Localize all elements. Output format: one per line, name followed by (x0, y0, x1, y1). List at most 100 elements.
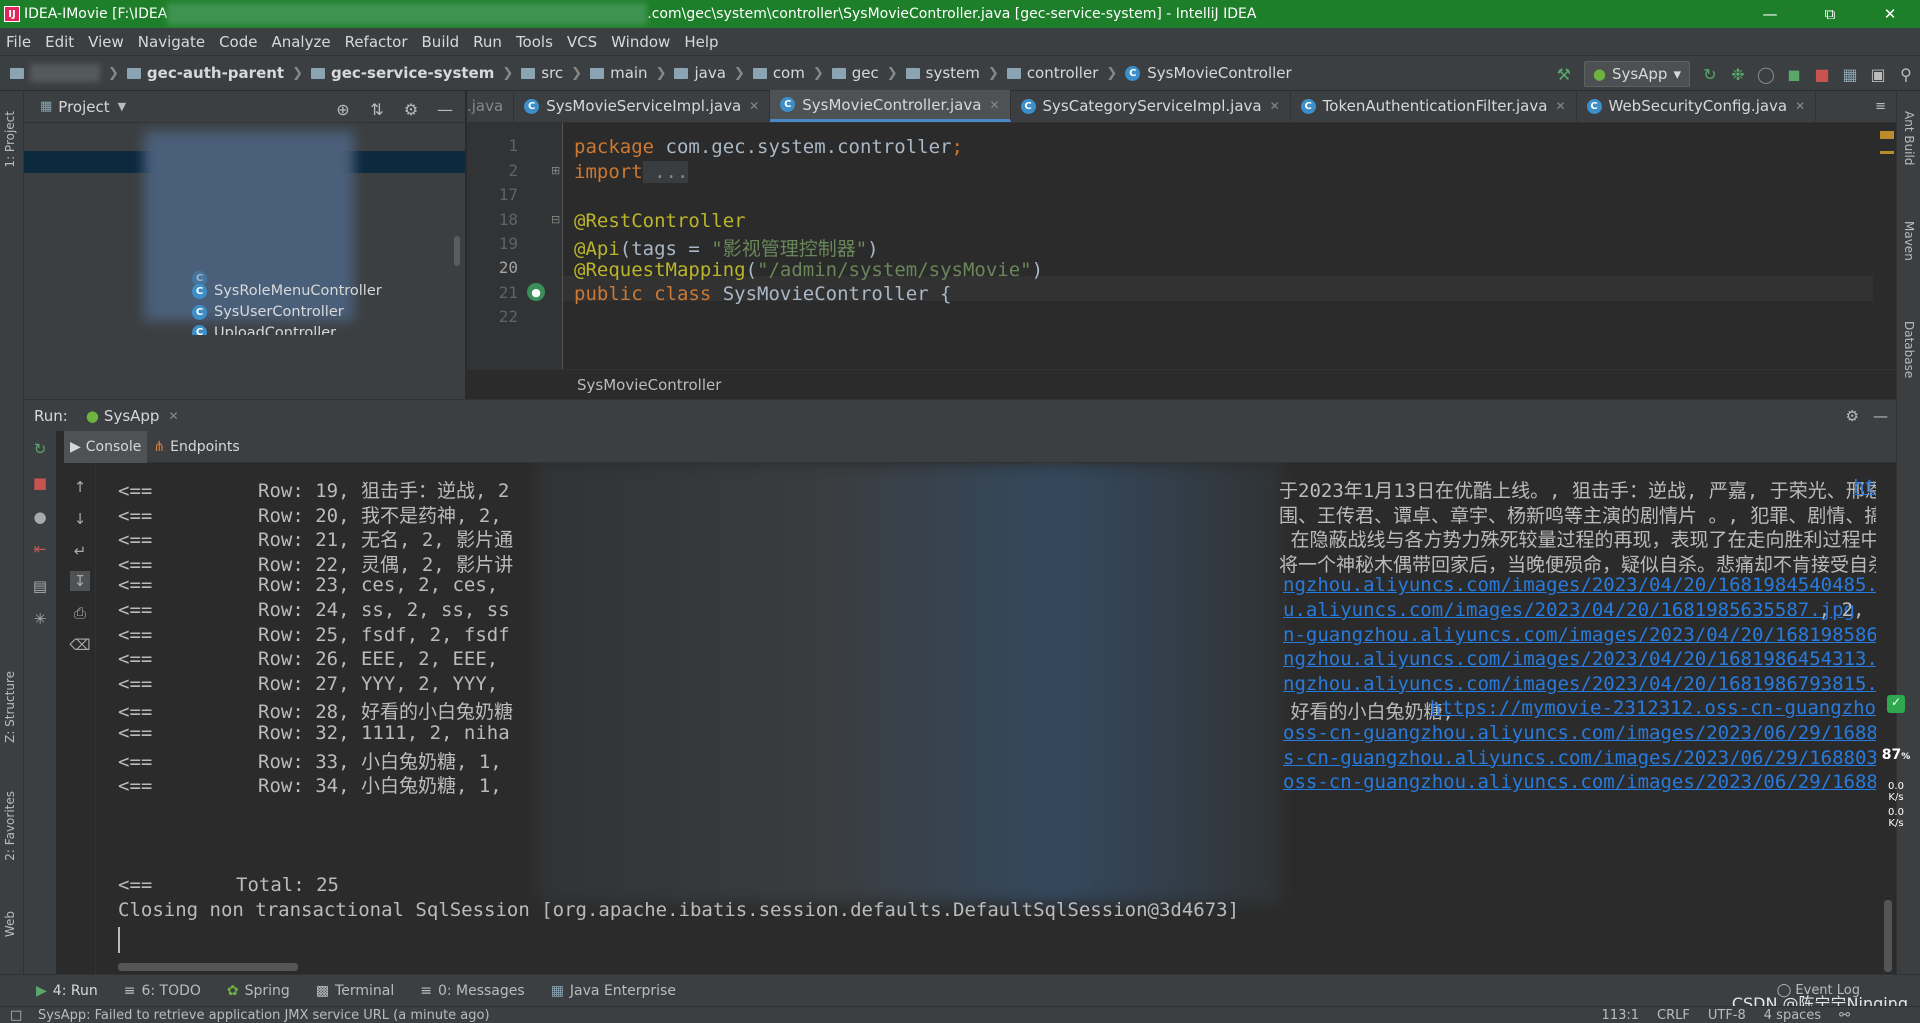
search-icon[interactable]: ⚲ (1892, 60, 1920, 88)
menu-code[interactable]: Code (219, 33, 257, 51)
tool-todo[interactable]: ≡ 6: TODO (124, 983, 201, 999)
console-scrollbar[interactable] (1884, 900, 1892, 972)
warning-marker[interactable] (1880, 131, 1894, 139)
camera-icon[interactable]: ● (30, 507, 50, 527)
maven-tool-tab[interactable]: Maven (1902, 221, 1916, 261)
code-line[interactable]: import ... (574, 161, 689, 183)
close-tab-icon[interactable]: ✕ (1795, 99, 1805, 113)
layout-icon[interactable]: ▤ (30, 576, 50, 596)
status-message[interactable]: SysApp: Failed to retrieve application J… (38, 1008, 490, 1023)
tree-item-sysusercontroller[interactable]: C SysUserController (192, 304, 344, 320)
spring-bean-gutter-icon[interactable]: ● (527, 283, 545, 301)
menu-file[interactable]: File (6, 33, 31, 51)
console-output[interactable]: <== Row: 19, 狙击手：逆战, 2 于2023年1月13日在优酷上线。, … (96, 463, 1876, 963)
menu-navigate[interactable]: Navigate (138, 33, 205, 51)
menu-edit[interactable]: Edit (45, 33, 74, 51)
warning-marker[interactable] (1880, 151, 1894, 154)
file-encoding[interactable]: UTF-8 (1708, 1008, 1746, 1023)
indent-setting[interactable]: 4 spaces (1764, 1008, 1821, 1023)
breadcrumb-item[interactable]: controller (1027, 64, 1099, 82)
tab-list-icon[interactable]: ≡ (1875, 99, 1886, 114)
code-line[interactable]: @RestController (574, 210, 746, 232)
code-line[interactable]: public class SysMovieController { (574, 283, 952, 305)
web-tool-tab[interactable]: Web (3, 911, 17, 937)
code-line[interactable]: @RequestMapping("/admin/system/sysMovie"… (574, 259, 1043, 281)
menu-tools[interactable]: Tools (516, 33, 553, 51)
status-toggle-icon[interactable]: □ (10, 1008, 22, 1023)
ant-build-tool-tab[interactable]: Ant Build (1902, 111, 1916, 165)
tab-console[interactable]: ▶ Console (64, 430, 148, 463)
close-tab-icon[interactable]: ✕ (989, 98, 999, 112)
rerun-icon[interactable]: ↻ (30, 439, 50, 459)
editor-breadcrumb[interactable]: SysMovieController (577, 376, 721, 394)
breadcrumb-item[interactable]: gec-service-system (331, 64, 494, 82)
locate-icon[interactable]: ⊕ (329, 95, 357, 123)
hide-icon[interactable]: — (431, 95, 459, 123)
code-line[interactable]: package com.gec.system.controller; (574, 136, 963, 158)
fold-icon[interactable]: ⊟ (551, 213, 560, 226)
restore-button[interactable]: ⧉ (1800, 0, 1860, 28)
gear-icon[interactable]: ⚙ (1846, 407, 1859, 425)
breadcrumb-item[interactable]: system (926, 64, 980, 82)
tree-item-sysrolemenucontroller[interactable]: C SysRoleMenuController (192, 283, 382, 299)
build-hammer-icon[interactable]: ⚒ (1550, 60, 1578, 88)
console-url-link[interactable]: ngzhou.aliyuncs.com/images/2023/04/20/16… (1283, 648, 1876, 670)
line-separator[interactable]: CRLF (1657, 1008, 1690, 1023)
close-tab-icon[interactable]: ✕ (1555, 99, 1565, 113)
database-tool-tab[interactable]: Database (1902, 321, 1916, 378)
breadcrumb-item[interactable]: com (773, 64, 805, 82)
project-structure-icon[interactable]: ▦ (1836, 60, 1864, 88)
menu-view[interactable]: View (88, 33, 124, 51)
breadcrumb-item[interactable]: src (541, 64, 563, 82)
lock-icon[interactable]: ⚯ (1839, 1008, 1850, 1023)
tool-run[interactable]: ▶ 4: Run (36, 983, 98, 999)
console-url-link[interactable]: oss-cn-guangzhou.aliyuncs.com/images/202… (1283, 722, 1876, 744)
favorites-tool-tab[interactable]: 2: Favorites (3, 791, 17, 861)
console-url-link[interactable]: s-cn-guangzhou.aliyuncs.com/images/2023/… (1283, 747, 1876, 769)
editor-tab[interactable]: C TokenAuthenticationFilter.java ✕ (1291, 90, 1577, 122)
profile-icon[interactable]: ◯ (1752, 60, 1780, 88)
console-url-link[interactable]: oss-cn-guangzhou.aliyuncs.com/images/202… (1283, 771, 1876, 793)
editor-tab[interactable]: C WebSecurityConfig.java ✕ (1577, 90, 1817, 122)
minimize-button[interactable]: — (1740, 0, 1800, 28)
pin-icon[interactable]: ✳ (30, 609, 50, 629)
console-url-link[interactable]: ngzhou.aliyuncs.com/images/2023/04/20/16… (1283, 574, 1876, 596)
tree-item-uploadcontroller[interactable]: C UploadController (192, 325, 336, 335)
exit-icon[interactable]: ⇤ (30, 539, 50, 559)
menu-build[interactable]: Build (422, 33, 460, 51)
editor-tab-active[interactable]: C SysMovieController.java ✕ (770, 90, 1011, 122)
soft-wrap-icon[interactable]: ↵ (70, 541, 90, 561)
caret-position[interactable]: 113:1 (1602, 1008, 1639, 1023)
breadcrumb-item[interactable]: SysMovieController (1147, 64, 1291, 82)
close-tab-icon[interactable]: ✕ (1270, 99, 1280, 113)
trash-icon[interactable]: ⌫ (69, 635, 90, 655)
menu-refactor[interactable]: Refactor (345, 33, 408, 51)
console-url-link[interactable]: https://mymovie-2312312.oss-cn-guangzho (1430, 697, 1876, 719)
console-url-link[interactable]: n-guangzhou.aliyuncs.com/images/2023/04/… (1283, 624, 1876, 646)
editor-tab[interactable]: C SysMovieServiceImpl.java ✕ (514, 90, 771, 122)
project-panel-title[interactable]: Project (58, 98, 109, 116)
console-horizontal-scrollbar[interactable] (118, 963, 298, 971)
breadcrumb-item[interactable]: main (610, 64, 647, 82)
stop-icon[interactable]: ■ (30, 473, 50, 493)
up-arrow-icon[interactable]: ↑ (70, 477, 90, 497)
run-config-select[interactable]: ● SysApp ▾ (1583, 61, 1690, 87)
tool-spring[interactable]: ✿ Spring (227, 983, 290, 999)
tool-java-enterprise[interactable]: ▦ Java Enterprise (551, 983, 676, 999)
breadcrumb-item[interactable]: gec-auth-parent (147, 64, 284, 82)
menu-vcs[interactable]: VCS (567, 33, 597, 51)
editor-tab[interactable]: C SysCategoryServiceImpl.java ✕ (1011, 90, 1291, 122)
tool-messages[interactable]: ≡ 0: Messages (420, 983, 524, 999)
debug-icon[interactable]: ❉ (1724, 60, 1752, 88)
breadcrumb-item[interactable]: java (694, 64, 725, 82)
structure-tool-tab[interactable]: Z: Structure (3, 671, 17, 743)
menu-help[interactable]: Help (684, 33, 718, 51)
scroll-to-end-icon[interactable]: ↧ (70, 571, 90, 591)
breadcrumb-item[interactable]: gec (852, 64, 879, 82)
chevron-down-icon[interactable]: ▼ (118, 100, 126, 113)
close-tab-icon[interactable]: ✕ (749, 99, 759, 113)
gear-icon[interactable]: ⚙ (397, 95, 425, 123)
down-arrow-icon[interactable]: ↓ (70, 509, 90, 529)
console-url-link[interactable]: ngzhou.aliyuncs.com/images/2023/04/20/16… (1283, 673, 1876, 695)
print-icon[interactable]: ⎙ (70, 603, 90, 623)
